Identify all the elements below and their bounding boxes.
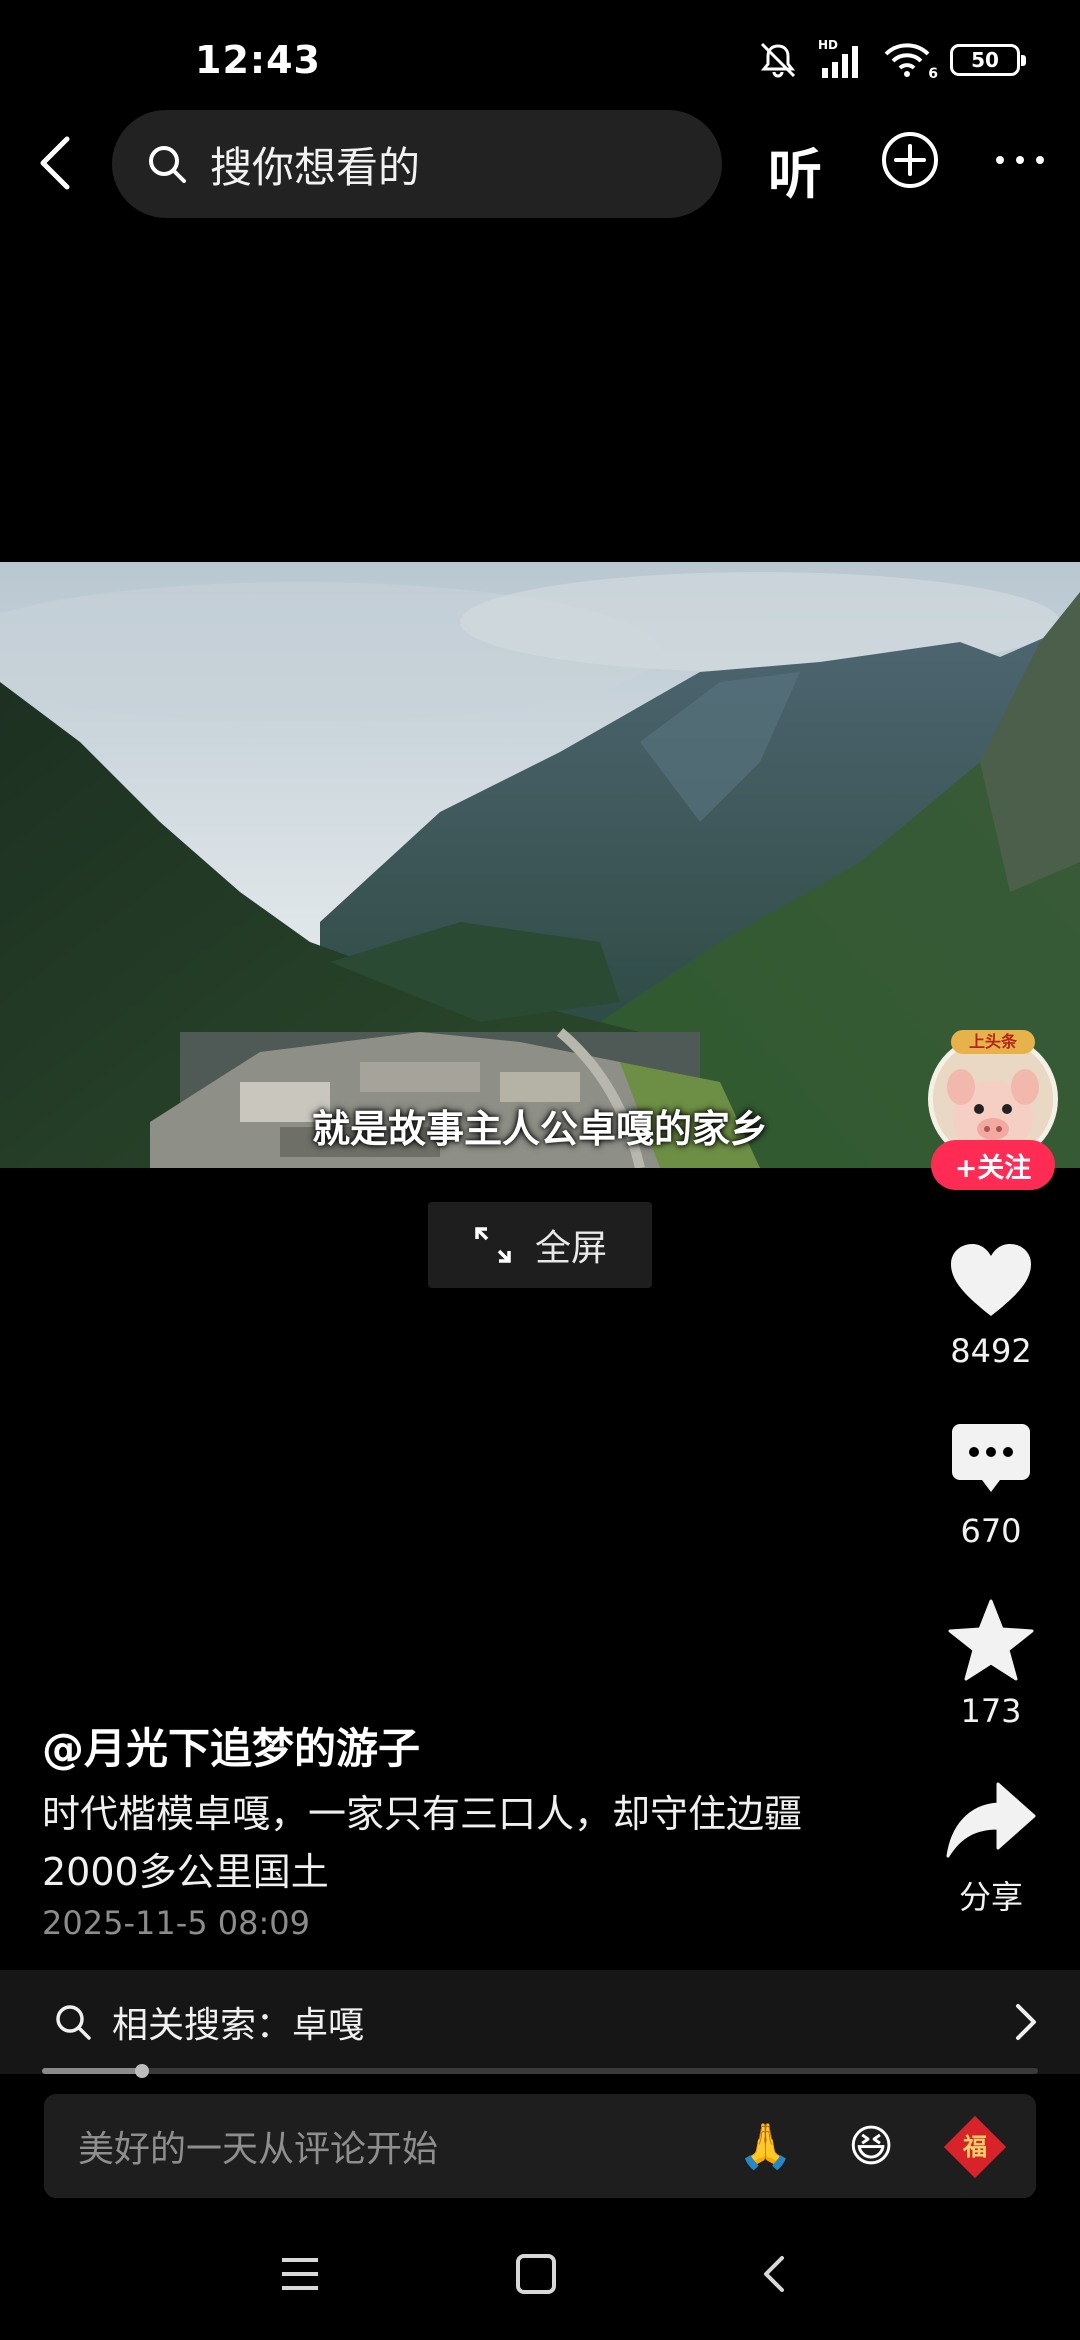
star-icon	[948, 1599, 1034, 1681]
avatar-badge: 上头条	[951, 1030, 1035, 1054]
mute-icon	[756, 40, 800, 80]
mountain-valley-image	[0, 562, 1080, 1168]
listen-button[interactable]: 听	[768, 130, 822, 209]
follow-button[interactable]: +关注	[931, 1140, 1055, 1190]
more-dots-icon	[996, 156, 1044, 164]
wifi-label: 6	[928, 66, 938, 82]
progress-knob[interactable]	[135, 2064, 149, 2078]
heart-icon	[951, 1244, 1031, 1316]
favorite-button[interactable]: 173	[926, 1592, 1056, 1730]
like-button[interactable]: 8492	[926, 1232, 1056, 1370]
comment-count: 670	[960, 1512, 1022, 1550]
share-label: 分享	[958, 1878, 1023, 1916]
status-bar: 12:43 HD 6 50	[0, 0, 1080, 120]
post-description: 时代楷模卓嘎，一家只有三口人，却守住边疆2000多公里国土	[42, 1792, 803, 1894]
home-button[interactable]	[514, 2252, 558, 2300]
search-icon	[56, 2005, 91, 2040]
progress-fill	[42, 2068, 142, 2074]
menu-button[interactable]	[278, 2252, 322, 2300]
battery-icon: 50	[950, 44, 1026, 76]
home-square-icon	[516, 2254, 556, 2294]
back-chevron-icon	[764, 2256, 784, 2292]
fu-label: 福	[963, 2133, 987, 2161]
comment-input[interactable]: 美好的一天从评论开始 🙏 😆 福	[44, 2094, 1036, 2198]
related-search-label: 相关搜索：卓嘎	[112, 2005, 365, 2046]
favorite-count: 173	[960, 1692, 1022, 1730]
top-nav: 搜你想看的 听	[0, 108, 1080, 220]
wifi-icon: 6	[882, 40, 938, 82]
post-date: 2025-11-5 08:09	[42, 1904, 310, 1942]
system-nav-bar	[0, 2220, 1080, 2340]
add-button[interactable]	[880, 130, 940, 190]
network-label: HD	[818, 38, 839, 52]
menu-icon	[282, 2258, 318, 2290]
search-input[interactable]: 搜你想看的	[112, 110, 722, 218]
search-icon	[149, 146, 186, 183]
share-button[interactable]: 分享	[926, 1772, 1056, 1918]
author-avatar-group: 上头条 +关注	[926, 1030, 1060, 1190]
signal-icon: HD	[818, 38, 864, 80]
back-arrow-icon	[40, 136, 70, 190]
comment-bubble-icon	[952, 1424, 1030, 1492]
more-button[interactable]	[990, 130, 1050, 190]
comment-button[interactable]: 670	[926, 1412, 1056, 1550]
like-count: 8492	[950, 1332, 1032, 1370]
status-time: 12:43	[195, 38, 321, 82]
video-player[interactable]	[0, 562, 1080, 1168]
fu-sticker-button[interactable]: 福	[943, 2115, 1007, 2179]
system-back-button[interactable]	[758, 2252, 788, 2300]
expand-icon	[475, 1227, 511, 1263]
comment-placeholder: 美好的一天从评论开始	[78, 2129, 439, 2170]
author-name[interactable]: @月光下追梦的游子	[42, 1715, 420, 1776]
related-search-bar[interactable]: 相关搜索：卓嘎	[0, 1970, 1080, 2074]
chevron-right-icon	[1016, 2004, 1036, 2040]
video-subtitle: 就是故事主人公卓嘎的家乡	[311, 1107, 768, 1151]
laugh-emoji-button[interactable]: 😆	[844, 2120, 898, 2174]
fullscreen-label: 全屏	[534, 1228, 607, 1269]
video-progress-bar[interactable]	[42, 2064, 1038, 2078]
status-icons: HD 6 50	[756, 38, 1026, 82]
share-arrow-icon	[946, 1782, 1036, 1858]
back-button[interactable]	[22, 130, 88, 196]
search-placeholder: 搜你想看的	[210, 142, 421, 192]
plus-circle-icon	[882, 132, 938, 188]
fullscreen-button[interactable]: 全屏	[428, 1202, 652, 1288]
pray-emoji-button[interactable]: 🙏	[738, 2120, 793, 2174]
